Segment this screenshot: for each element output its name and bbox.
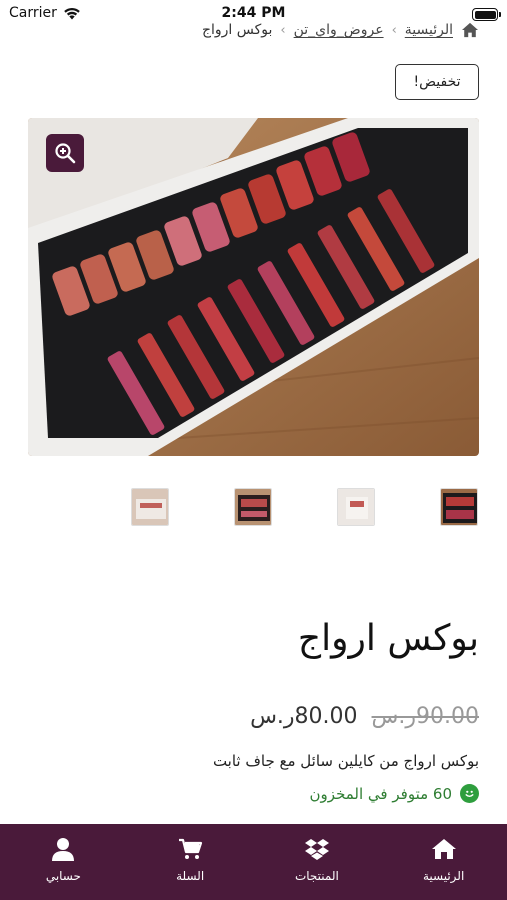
breadcrumb-separator: › (391, 22, 397, 38)
nav-products-label: المنتجات (294, 869, 339, 883)
nav-home[interactable]: الرئيسية (380, 824, 507, 900)
sale-price: 80.00ر.س (250, 704, 358, 729)
product-description: بوكس ارواج من كايلين سائل مع جاف ثابت (212, 752, 479, 770)
price-row: 90.00ر.س 80.00ر.س (250, 704, 479, 729)
lipstick-box-illustration (28, 118, 479, 456)
nav-cart[interactable]: السلة (127, 824, 254, 900)
status-time: 2:44 PM (221, 5, 286, 21)
breadcrumb-separator: › (280, 22, 286, 38)
nav-account-label: حسابي (45, 869, 81, 883)
original-price: 90.00ر.س (371, 704, 479, 729)
nav-products[interactable]: المنتجات (254, 824, 381, 900)
breadcrumb: الرئيسية › عروض_واي_تن › بوكس ارواج (202, 22, 479, 38)
breadcrumb-category-link[interactable]: عروض_واي_تن (294, 22, 384, 38)
cart-icon (179, 838, 203, 859)
discount-badge: تخفيض! (395, 64, 479, 100)
breadcrumb-current: بوكس ارواج (201, 22, 273, 38)
user-icon (52, 838, 75, 861)
battery-icon (472, 8, 501, 21)
product-thumbnail[interactable] (234, 488, 272, 526)
dropbox-icon (304, 839, 329, 860)
breadcrumb-home-link[interactable]: الرئيسية (405, 22, 453, 38)
stock-status: 60 متوفر في المخزون (310, 784, 479, 803)
zoom-button[interactable] (46, 134, 84, 172)
nav-home-label: الرئيسية (422, 869, 465, 883)
product-thumbnail[interactable] (337, 488, 375, 526)
product-title: بوكس ارواج (297, 618, 479, 659)
product-thumbnail[interactable] (440, 488, 478, 526)
nav-account[interactable]: حسابي (0, 824, 127, 900)
smile-icon (460, 784, 479, 803)
nav-cart-label: السلة (176, 869, 205, 883)
home-icon[interactable] (461, 22, 479, 38)
product-thumbnail[interactable] (131, 488, 169, 526)
stock-label: 60 متوفر في المخزون (309, 784, 452, 803)
home-icon (431, 839, 456, 859)
zoom-in-icon (55, 143, 76, 164)
bottom-navigation: حسابي السلة المنتجات الرئيسية (0, 824, 507, 900)
product-main-image[interactable] (28, 118, 479, 456)
